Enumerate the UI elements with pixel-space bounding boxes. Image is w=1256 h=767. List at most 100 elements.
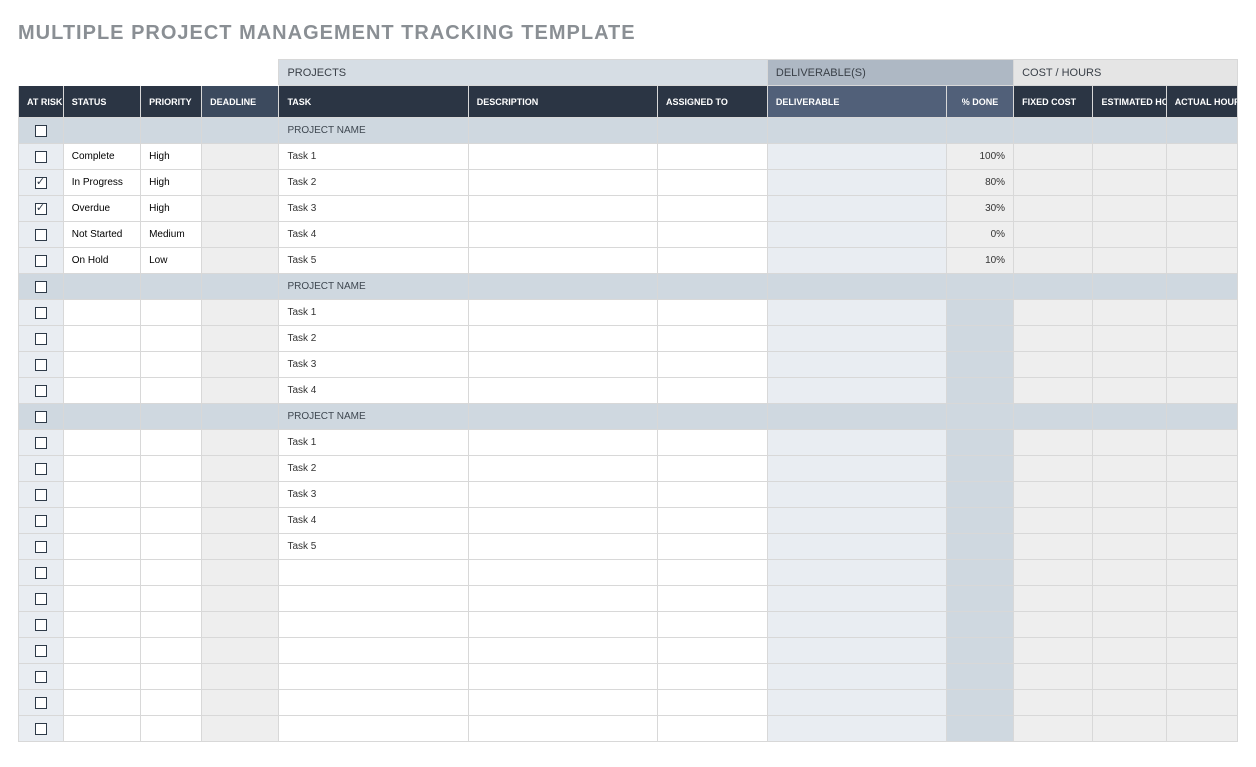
- actual-hours-cell[interactable]: [1166, 586, 1237, 612]
- percent-done-cell[interactable]: 30%: [946, 196, 1013, 222]
- checkbox-icon[interactable]: [35, 645, 47, 657]
- at-risk-cell[interactable]: [19, 118, 64, 144]
- percent-done-cell[interactable]: [946, 378, 1013, 404]
- percent-done-cell[interactable]: [946, 508, 1013, 534]
- actual-hours-cell[interactable]: [1166, 196, 1237, 222]
- at-risk-cell[interactable]: [19, 170, 64, 196]
- actual-hours-cell[interactable]: [1166, 456, 1237, 482]
- task-cell[interactable]: Task 4: [279, 222, 468, 248]
- assigned-cell[interactable]: [657, 430, 767, 456]
- checkbox-icon[interactable]: [35, 359, 47, 371]
- estimated-hours-cell[interactable]: [1093, 664, 1166, 690]
- priority-cell[interactable]: [141, 586, 202, 612]
- estimated-hours-cell[interactable]: [1093, 456, 1166, 482]
- at-risk-cell[interactable]: [19, 404, 64, 430]
- deadline-cell[interactable]: [202, 430, 279, 456]
- actual-hours-cell[interactable]: [1166, 170, 1237, 196]
- deadline-cell[interactable]: [202, 326, 279, 352]
- priority-cell[interactable]: [141, 430, 202, 456]
- checkbox-icon[interactable]: [35, 567, 47, 579]
- deliverable-cell[interactable]: [767, 430, 946, 456]
- fixed-cost-cell[interactable]: [1014, 378, 1093, 404]
- deliverable-cell[interactable]: [767, 352, 946, 378]
- fixed-cost-cell[interactable]: [1014, 222, 1093, 248]
- checkbox-icon[interactable]: [35, 125, 47, 137]
- checkbox-icon[interactable]: [35, 619, 47, 631]
- assigned-cell[interactable]: [657, 586, 767, 612]
- priority-cell[interactable]: [141, 560, 202, 586]
- task-cell[interactable]: Task 2: [279, 170, 468, 196]
- task-cell[interactable]: [279, 560, 468, 586]
- description-cell[interactable]: [468, 352, 657, 378]
- task-cell[interactable]: Task 4: [279, 508, 468, 534]
- checkbox-icon[interactable]: [35, 593, 47, 605]
- deadline-cell[interactable]: [202, 352, 279, 378]
- deliverable-cell[interactable]: [767, 638, 946, 664]
- assigned-cell[interactable]: [657, 196, 767, 222]
- description-cell[interactable]: [468, 612, 657, 638]
- percent-done-cell[interactable]: [946, 534, 1013, 560]
- percent-done-cell[interactable]: [946, 586, 1013, 612]
- deadline-cell[interactable]: [202, 170, 279, 196]
- status-cell[interactable]: [63, 534, 140, 560]
- percent-done-cell[interactable]: [946, 638, 1013, 664]
- deliverable-cell[interactable]: [767, 612, 946, 638]
- priority-cell[interactable]: [141, 690, 202, 716]
- status-cell[interactable]: Complete: [63, 144, 140, 170]
- fixed-cost-cell[interactable]: [1014, 508, 1093, 534]
- at-risk-cell[interactable]: [19, 560, 64, 586]
- percent-done-cell[interactable]: [946, 560, 1013, 586]
- status-cell[interactable]: [63, 638, 140, 664]
- deliverable-cell[interactable]: [767, 508, 946, 534]
- actual-hours-cell[interactable]: [1166, 690, 1237, 716]
- description-cell[interactable]: [468, 144, 657, 170]
- assigned-cell[interactable]: [657, 144, 767, 170]
- assigned-cell[interactable]: [657, 534, 767, 560]
- fixed-cost-cell[interactable]: [1014, 248, 1093, 274]
- estimated-hours-cell[interactable]: [1093, 482, 1166, 508]
- deadline-cell[interactable]: [202, 560, 279, 586]
- estimated-hours-cell[interactable]: [1093, 144, 1166, 170]
- task-cell[interactable]: Task 3: [279, 196, 468, 222]
- at-risk-cell[interactable]: [19, 378, 64, 404]
- checkbox-icon[interactable]: [35, 229, 47, 241]
- estimated-hours-cell[interactable]: [1093, 690, 1166, 716]
- at-risk-cell[interactable]: [19, 534, 64, 560]
- fixed-cost-cell[interactable]: [1014, 326, 1093, 352]
- fixed-cost-cell[interactable]: [1014, 352, 1093, 378]
- deadline-cell[interactable]: [202, 664, 279, 690]
- deliverable-cell[interactable]: [767, 482, 946, 508]
- priority-cell[interactable]: [141, 482, 202, 508]
- deadline-cell[interactable]: [202, 144, 279, 170]
- checkbox-icon[interactable]: [35, 411, 47, 423]
- assigned-cell[interactable]: [657, 716, 767, 742]
- status-cell[interactable]: [63, 456, 140, 482]
- actual-hours-cell[interactable]: [1166, 508, 1237, 534]
- status-cell[interactable]: [63, 690, 140, 716]
- assigned-cell[interactable]: [657, 352, 767, 378]
- deliverable-cell[interactable]: [767, 300, 946, 326]
- actual-hours-cell[interactable]: [1166, 716, 1237, 742]
- checkbox-icon[interactable]: [35, 177, 47, 189]
- fixed-cost-cell[interactable]: [1014, 170, 1093, 196]
- checkbox-icon[interactable]: [35, 255, 47, 267]
- deadline-cell[interactable]: [202, 508, 279, 534]
- at-risk-cell[interactable]: [19, 456, 64, 482]
- checkbox-icon[interactable]: [35, 151, 47, 163]
- deadline-cell[interactable]: [202, 690, 279, 716]
- description-cell[interactable]: [468, 716, 657, 742]
- at-risk-cell[interactable]: [19, 300, 64, 326]
- assigned-cell[interactable]: [657, 508, 767, 534]
- deliverable-cell[interactable]: [767, 144, 946, 170]
- estimated-hours-cell[interactable]: [1093, 638, 1166, 664]
- actual-hours-cell[interactable]: [1166, 560, 1237, 586]
- assigned-cell[interactable]: [657, 300, 767, 326]
- at-risk-cell[interactable]: [19, 196, 64, 222]
- status-cell[interactable]: [63, 326, 140, 352]
- deliverable-cell[interactable]: [767, 326, 946, 352]
- assigned-cell[interactable]: [657, 560, 767, 586]
- estimated-hours-cell[interactable]: [1093, 612, 1166, 638]
- assigned-cell[interactable]: [657, 378, 767, 404]
- priority-cell[interactable]: [141, 534, 202, 560]
- percent-done-cell[interactable]: [946, 300, 1013, 326]
